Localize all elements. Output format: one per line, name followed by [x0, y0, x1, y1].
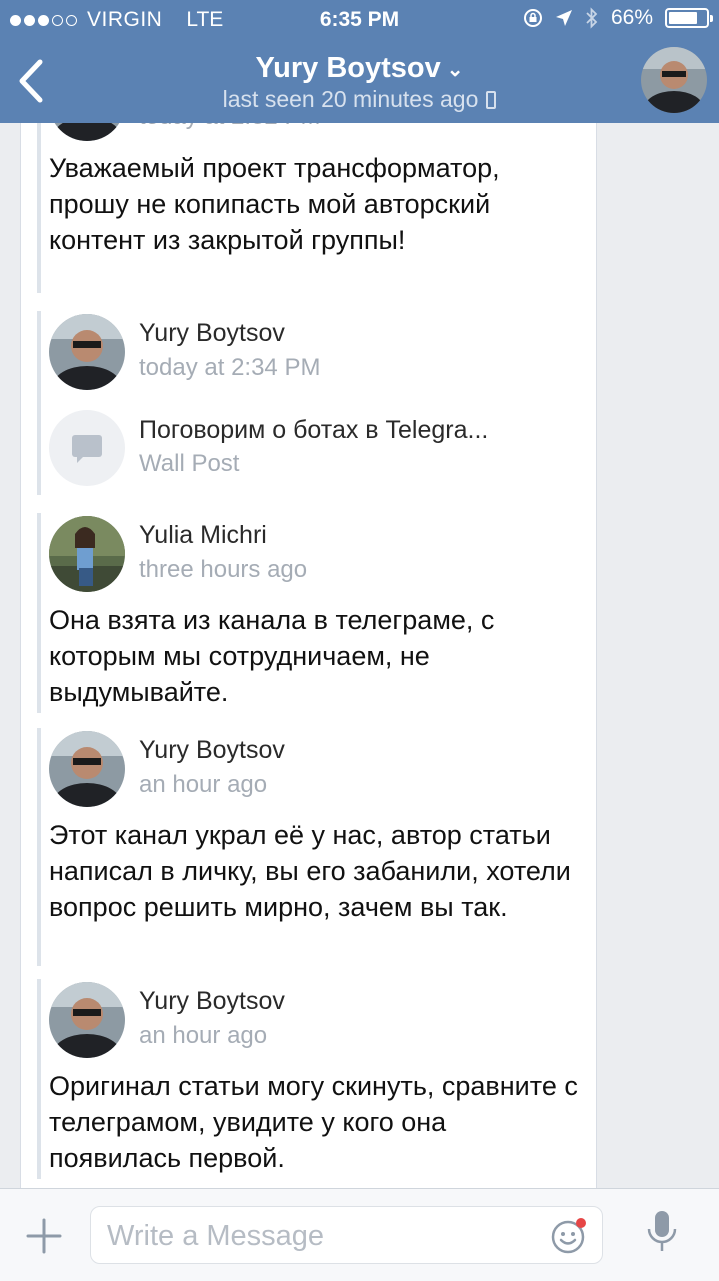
sender-name[interactable]: Yury Boytsov: [139, 319, 285, 348]
avatar[interactable]: [49, 731, 125, 807]
sender-name[interactable]: Yury Boytsov: [139, 987, 285, 1016]
avatar[interactable]: [49, 982, 125, 1058]
rotation-lock-icon: [523, 9, 542, 27]
message-date: an hour ago: [139, 1022, 268, 1049]
header-bar: VIRGIN LTE 6:35 PM 66% Yury Boytsov ⌄ la…: [0, 0, 719, 123]
mobile-device-icon: [486, 91, 497, 109]
chevron-down-icon: ⌄: [446, 58, 464, 81]
avatar[interactable]: [49, 314, 125, 390]
message-date: three hours ago: [139, 556, 308, 583]
microphone-icon[interactable]: [645, 1209, 679, 1255]
message-text: Этот канал украл её у нас, автор статьи …: [49, 820, 571, 922]
wall-post-label: Wall Post: [139, 450, 240, 477]
bluetooth-icon: [586, 7, 598, 29]
last-seen-status: last seen 20 minutes ago: [0, 86, 719, 113]
message-text: Она взята из канала в телеграме, с котор…: [49, 605, 495, 707]
contact-name: Yury Boytsov: [255, 52, 441, 84]
chat-title[interactable]: Yury Boytsov ⌄: [0, 52, 719, 85]
sender-name[interactable]: Yury Boytsov: [139, 736, 285, 765]
message-text: Оригинал статьи могу скинуть, сравните с…: [49, 1071, 578, 1173]
message-date: today at 2:34 PM: [139, 354, 321, 381]
emoji-sticker-icon[interactable]: [550, 1217, 588, 1255]
message-text: Уважаемый проект трансформатор, прошу не…: [49, 153, 500, 255]
forwarded-line: [37, 123, 41, 293]
forwarded-line: [37, 728, 41, 966]
status-bar: VIRGIN LTE 6:35 PM 66%: [0, 0, 719, 40]
last-seen-text: last seen 20 minutes ago: [222, 86, 479, 112]
message-date: today at 2:32 PM: [139, 123, 320, 131]
attach-plus-icon[interactable]: [25, 1217, 63, 1255]
message-list[interactable]: today at 2:32 PM Уважаемый проект трансф…: [0, 123, 719, 1188]
battery-percent: 66%: [610, 6, 653, 29]
contact-avatar[interactable]: [641, 47, 707, 113]
location-arrow-icon: [555, 10, 572, 26]
message-date: an hour ago: [139, 771, 268, 798]
message-input[interactable]: [105, 1217, 529, 1255]
message-input-bar: [0, 1188, 719, 1281]
forwarded-line: [37, 311, 41, 495]
forwarded-line: [37, 979, 41, 1179]
sender-name[interactable]: Yulia Michri: [139, 521, 267, 550]
avatar[interactable]: [49, 516, 125, 592]
wall-post-title[interactable]: Поговорим о ботах в Telegra...: [139, 416, 488, 445]
forwarded-line: [37, 513, 41, 713]
battery-icon: [665, 8, 713, 28]
message-field[interactable]: [90, 1206, 603, 1264]
wall-post-icon[interactable]: [49, 410, 125, 486]
